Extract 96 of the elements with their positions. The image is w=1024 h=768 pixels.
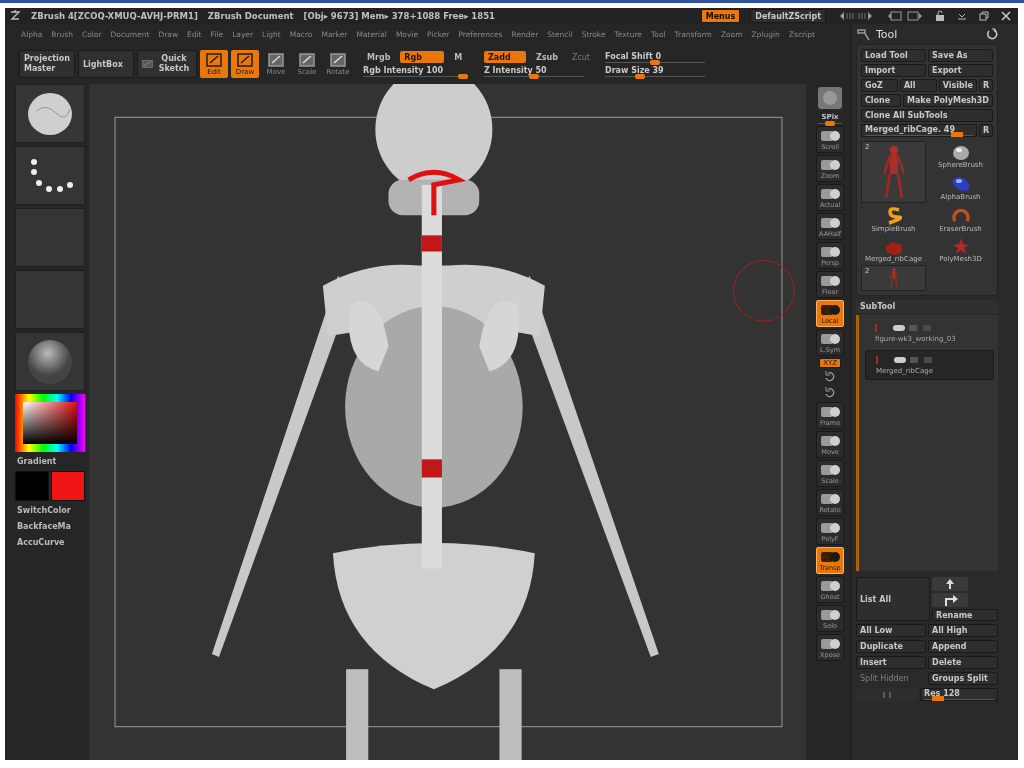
ring-icon (951, 207, 970, 225)
mode-icon (205, 52, 223, 68)
swirl-icon (885, 207, 902, 225)
channel-toggle[interactable]: Mrgb (363, 51, 395, 63)
document-title: ZBrush Document (207, 11, 294, 21)
panel-title: Tool (876, 27, 898, 41)
menus-button[interactable]: Menus (700, 9, 741, 23)
panel-button[interactable]: Export (928, 64, 993, 77)
panel-button[interactable]: GoZ (861, 79, 898, 92)
glyph-icon (819, 636, 842, 651)
depth-toggle[interactable]: Zadd (484, 51, 526, 63)
block-icon (884, 241, 903, 255)
memory-stats: [Obj▸ 9673] Mem▸ 378+1088 Free▸ 1851 (303, 11, 496, 21)
glyph-icon (819, 549, 842, 564)
glyph-icon (819, 404, 842, 419)
glyph-icon (819, 578, 842, 593)
material-sphere-icon (25, 338, 74, 385)
shelf-button[interactable]: BackfaceMa (15, 520, 85, 533)
glyph-icon (819, 128, 842, 143)
channel-toggle[interactable]: Rgb (400, 51, 445, 63)
layout-icon[interactable] (886, 10, 924, 22)
sphere-icon (951, 145, 970, 161)
glyph-icon (819, 215, 842, 230)
glyph-icon (819, 302, 842, 317)
subtool-button[interactable]: Delete (928, 656, 998, 669)
panel-button[interactable]: Save As (928, 49, 993, 62)
panel-button[interactable]: Clone All SubTools (861, 109, 993, 122)
shelf-button[interactable]: AccuCurve (15, 536, 85, 549)
figure-thumbnail (888, 268, 899, 288)
list-all-button[interactable]: List All (856, 577, 930, 621)
close-icon[interactable] (1000, 10, 1012, 22)
subtool-button[interactable]: Insert (856, 656, 926, 669)
shelf-button[interactable]: Quick Sketch (137, 50, 197, 78)
lock-icon[interactable] (934, 10, 946, 22)
panel-button[interactable]: R (979, 124, 993, 137)
glyph-icon (819, 186, 842, 201)
shelf-button[interactable]: LightBox (78, 50, 134, 78)
brush-slider[interactable]: Focal Shift 0 (605, 51, 715, 63)
panel-button[interactable]: Visible (938, 79, 977, 92)
script-button[interactable]: DefaultZScript (750, 9, 826, 23)
shelf-thumbnail[interactable] (15, 146, 85, 205)
glyph-icon (819, 273, 842, 288)
hammer-icon (856, 27, 870, 41)
rename-button[interactable]: Rename (932, 609, 998, 621)
subtool-button[interactable]: Duplicate (856, 640, 926, 653)
shelf-button[interactable]: SwitchColor (15, 504, 85, 517)
glyph-icon (819, 607, 842, 622)
channel-toggle[interactable]: M (450, 51, 467, 63)
reset-icon[interactable] (986, 28, 998, 40)
tool-slider[interactable]: Merged_ribCage. 49 (861, 124, 977, 137)
glyph-icon (819, 491, 842, 506)
shelf-thumbnail[interactable] (15, 332, 85, 391)
depth-toggle[interactable]: Zsub (531, 51, 562, 63)
panel-button[interactable]: Import (861, 64, 926, 77)
subtool-button[interactable]: Append (928, 640, 998, 653)
star-icon (951, 237, 970, 255)
mode-icon (329, 52, 347, 68)
subtool-button[interactable]: All High (928, 624, 998, 637)
glyph-icon (819, 433, 842, 448)
mode-icon (298, 52, 316, 68)
intensity-slider[interactable]: Rgb Intensity 100 (363, 66, 473, 77)
panel-button[interactable]: Make PolyMesh3D (902, 94, 993, 107)
render-icon (818, 86, 843, 109)
subtool-button[interactable]: All Low (856, 624, 926, 637)
color-picker[interactable] (15, 394, 85, 452)
glyph-icon (819, 157, 842, 172)
figure-thumbnail (883, 146, 904, 198)
res-slider[interactable]: Res 128 (920, 688, 998, 701)
glyph-icon (819, 244, 842, 259)
logo-icon (9, 10, 21, 22)
app-title: ZBrush 4[ZCOQ-XMUQ-AVHJ-PRM1] (31, 11, 198, 21)
glyph-icon (819, 331, 842, 346)
mode-icon (236, 52, 254, 68)
gradient-label[interactable]: Gradient (15, 455, 85, 468)
panel-button[interactable]: All (899, 79, 937, 92)
subtool-button[interactable]: Groups Split (928, 672, 998, 685)
render-button[interactable] (816, 84, 845, 111)
color-swatch[interactable] (15, 471, 49, 501)
brush-slider[interactable]: Draw Size 39 (605, 65, 715, 77)
sketch-icon (142, 57, 154, 71)
subtool-header[interactable]: SubTool (856, 300, 998, 313)
glyph-icon (819, 520, 842, 535)
restore-icon[interactable] (978, 10, 990, 22)
shelf-thumbnail[interactable] (15, 84, 85, 143)
shelf-button[interactable]: Projection Master (19, 50, 75, 78)
intensity-slider[interactable]: Z Intensity 50 (484, 66, 594, 77)
mode-icon (267, 52, 285, 68)
brush-sphere-icon (25, 90, 74, 137)
up-arrow-button[interactable] (932, 577, 968, 591)
panel-button[interactable]: Load Tool (861, 49, 926, 62)
glyph-icon (819, 462, 842, 477)
panel-button[interactable]: Clone (861, 94, 901, 107)
panel-button[interactable]: R (979, 79, 993, 92)
turn-arrow-button[interactable] (932, 593, 968, 607)
color-swatch[interactable] (50, 471, 85, 501)
blob-icon (950, 175, 971, 193)
